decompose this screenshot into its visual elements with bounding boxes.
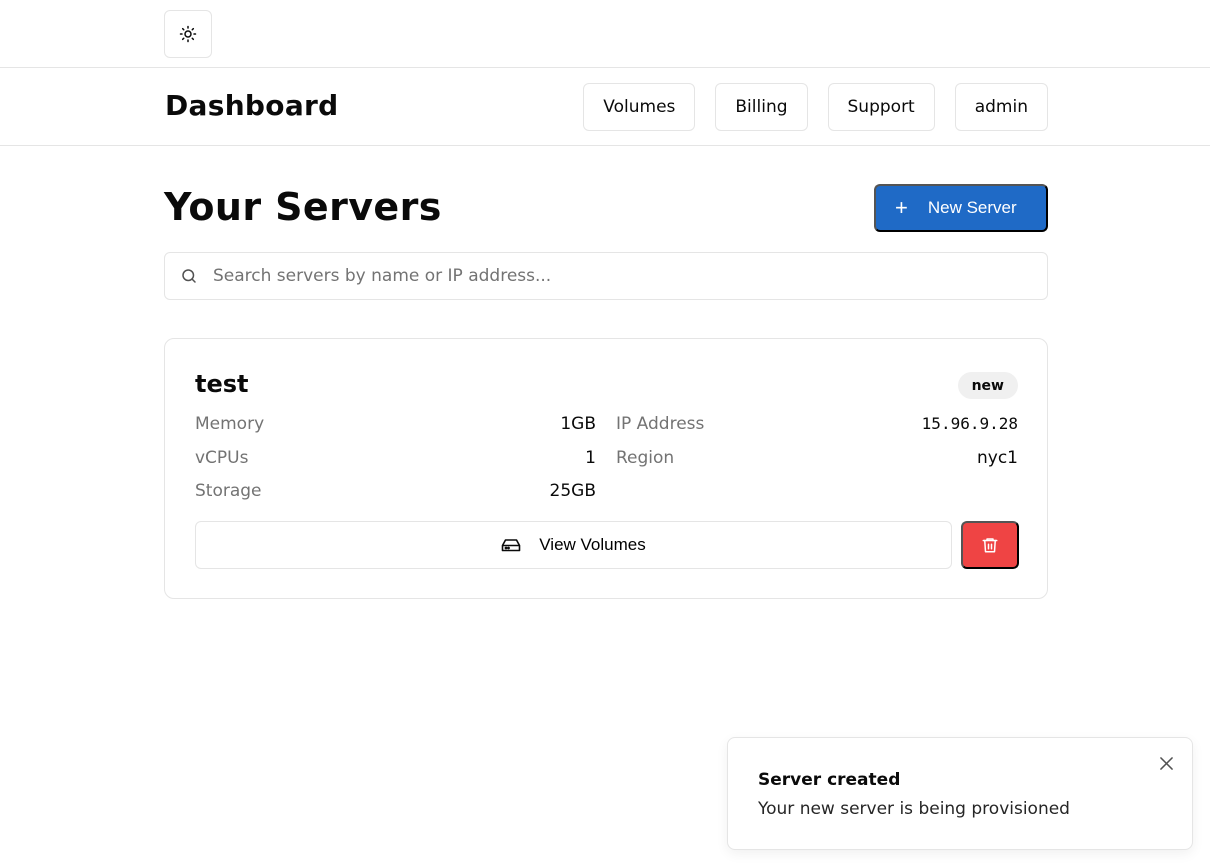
toast-description: Your new server is being provisioned <box>758 799 1070 819</box>
trash-icon <box>981 535 999 555</box>
memory-label: Memory <box>195 414 265 434</box>
region-label: Region <box>616 448 675 468</box>
delete-server-button[interactable] <box>961 521 1019 569</box>
nav-support-button[interactable]: Support <box>827 83 935 131</box>
user-menu-button[interactable]: admin <box>954 83 1048 131</box>
new-server-button[interactable]: + New Server <box>874 184 1048 232</box>
plus-icon: + <box>895 195 908 220</box>
nav-billing-button[interactable]: Billing <box>715 83 808 131</box>
search-bar <box>164 252 1048 300</box>
view-volumes-label: View Volumes <box>539 535 646 554</box>
nav-volumes-button[interactable]: Volumes <box>583 83 696 131</box>
search-input[interactable] <box>213 266 1013 286</box>
main-nav: Volumes Billing Support admin <box>583 83 1048 131</box>
vcpus-label: vCPUs <box>195 448 249 468</box>
ip-address-value: 15.96.9.28 <box>921 414 1018 433</box>
search-icon <box>180 267 198 285</box>
sun-icon <box>179 25 197 43</box>
server-card: test new Memory 1GB vCPUs 1 Storage 25GB… <box>164 338 1048 599</box>
toast-title: Server created <box>758 770 901 790</box>
close-icon[interactable] <box>1158 755 1174 771</box>
theme-toggle-button[interactable] <box>164 10 212 58</box>
status-badge: new <box>957 372 1018 399</box>
view-volumes-button[interactable]: View Volumes <box>195 521 952 569</box>
new-server-label: New Server <box>927 198 1017 217</box>
top-bar <box>0 0 1210 68</box>
storage-label: Storage <box>195 481 262 501</box>
ip-address-label: IP Address <box>616 414 705 434</box>
memory-value: 1GB <box>560 414 596 434</box>
page-title: Dashboard <box>165 89 339 122</box>
storage-value: 25GB <box>549 481 596 501</box>
server-name: test <box>195 370 249 398</box>
section-title: Your Servers <box>164 185 442 229</box>
toast-notification: Server created Your new server is being … <box>727 737 1193 850</box>
hard-drive-icon <box>501 537 521 553</box>
region-value: nyc1 <box>977 448 1018 468</box>
vcpus-value: 1 <box>585 448 596 468</box>
